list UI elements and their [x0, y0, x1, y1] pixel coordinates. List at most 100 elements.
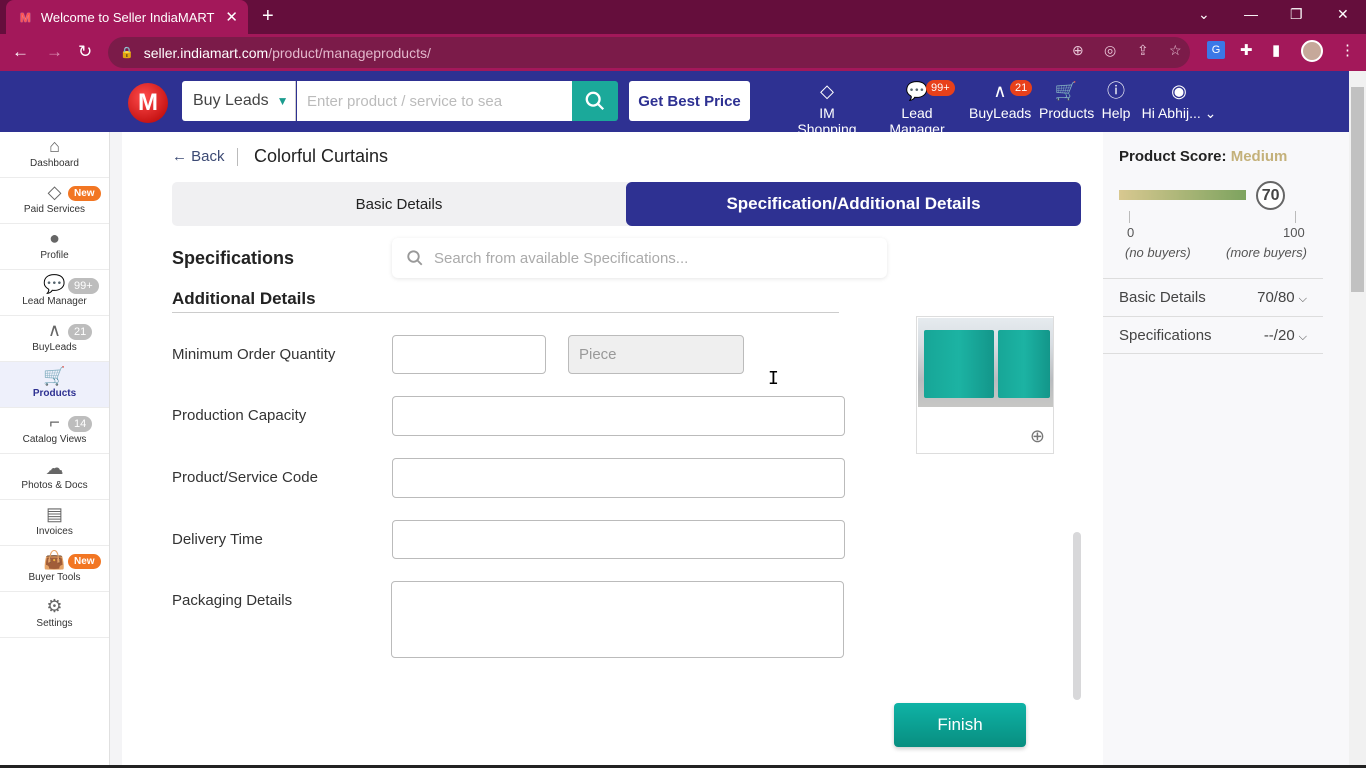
- sidebar-item-products[interactable]: 🛒 Products: [0, 362, 109, 408]
- eye-off-icon[interactable]: ◎: [1104, 42, 1116, 59]
- product-search-input[interactable]: [297, 81, 572, 121]
- gear-icon: ⚙: [46, 596, 63, 616]
- sidebar-item-dashboard[interactable]: ⌂ Dashboard: [0, 132, 109, 178]
- help-icon: ⓘ: [1107, 81, 1125, 101]
- production-capacity-label: Production Capacity: [172, 407, 307, 424]
- tick-min: [1129, 211, 1130, 223]
- zoom-in-icon[interactable]: ⊕: [1030, 426, 1045, 447]
- sidebar-item-photos-docs[interactable]: ☁ Photos & Docs: [0, 454, 109, 500]
- scale-min: 0: [1127, 225, 1135, 240]
- invoice-icon: ▤: [45, 504, 63, 524]
- nav-products[interactable]: 🛒 Products: [1039, 79, 1094, 125]
- home-icon: ⌂: [49, 136, 60, 156]
- page-scrollbar-thumb[interactable]: [1351, 87, 1364, 292]
- sidebar-item-profile[interactable]: ● Profile: [0, 224, 109, 270]
- score-bar: [1119, 190, 1247, 200]
- search-button[interactable]: [572, 81, 618, 121]
- page-scrollbar[interactable]: [1349, 71, 1366, 768]
- gutter: [110, 132, 122, 768]
- indiamart-logo[interactable]: M: [128, 83, 168, 123]
- address-bar-row: ← → ↻ 🔒 seller.indiamart.com/product/man…: [0, 34, 1366, 71]
- nav-user-menu[interactable]: ◉ Hi Abhij... ⌄: [1141, 79, 1217, 125]
- specifications-heading: Specifications: [172, 248, 295, 268]
- lead-manager-badge: 99+: [926, 80, 955, 96]
- restore-icon[interactable]: ❐: [1290, 6, 1303, 23]
- product-code-label: Product/Service Code: [172, 469, 318, 486]
- moq-input[interactable]: [392, 335, 546, 374]
- arrow-left-icon: ←: [172, 148, 192, 165]
- nav-help[interactable]: ⓘ Help: [1101, 79, 1131, 125]
- moq-label: Minimum Order Quantity: [172, 346, 336, 363]
- user-icon: ◉: [1171, 81, 1187, 101]
- product-image-box[interactable]: ⊕: [916, 316, 1054, 454]
- product-image: [918, 318, 1053, 407]
- menu-icon[interactable]: ⋮: [1340, 41, 1355, 59]
- tab-specification-additional-details[interactable]: Specification/Additional Details: [626, 182, 1081, 226]
- search-icon: [407, 250, 423, 266]
- scale-min-caption: (no buyers): [1125, 245, 1191, 260]
- sidebar-item-buyleads[interactable]: ∧ BuyLeads 21: [0, 316, 109, 362]
- moq-unit-field[interactable]: [568, 335, 744, 374]
- sidebar: ⌂ Dashboard ◇ Paid Services New ● Profile 💬 L…: [0, 132, 110, 768]
- chevron-down-icon: ⌵: [1298, 293, 1307, 305]
- delivery-time-input[interactable]: [392, 520, 845, 559]
- nav-buyleads[interactable]: ∧ BuyLeads 21: [969, 79, 1033, 125]
- new-badge: New: [68, 186, 101, 201]
- content-scrollbar[interactable]: [1073, 532, 1081, 700]
- packaging-details-textarea[interactable]: [391, 581, 844, 658]
- star-icon[interactable]: ☆: [1169, 42, 1182, 59]
- sidebar-item-buyer-tools[interactable]: 👜 Buyer Tools New: [0, 546, 109, 592]
- zoom-icon[interactable]: ⊕: [1072, 42, 1084, 59]
- spec-search-input[interactable]: [434, 249, 874, 267]
- product-title: Colorful Curtains: [254, 146, 389, 166]
- curtain-shape: [998, 330, 1050, 398]
- back-link[interactable]: ← Back: [172, 148, 225, 165]
- browser-tab-bar: M Welcome to Seller IndiaMART ✕ + ⌄ — ❐ …: [0, 0, 1366, 34]
- product-code-input[interactable]: [392, 458, 845, 498]
- tab-basic-details[interactable]: Basic Details: [172, 182, 626, 226]
- close-tab-icon[interactable]: ✕: [225, 8, 238, 26]
- tab-search-icon[interactable]: ⌄: [1198, 6, 1210, 23]
- sidebar-item-invoices[interactable]: ▤ Invoices: [0, 500, 109, 546]
- extensions-icon[interactable]: ✚: [1240, 41, 1253, 59]
- favicon-icon: M: [20, 9, 31, 25]
- get-best-price-button[interactable]: Get Best Price: [629, 81, 750, 121]
- share-icon[interactable]: ⇪: [1137, 42, 1149, 59]
- sidebar-item-paid-services[interactable]: ◇ Paid Services New: [0, 178, 109, 224]
- close-window-icon[interactable]: ✕: [1337, 6, 1349, 23]
- score-row-basic-details[interactable]: Basic Details 70/80 ⌵: [1103, 278, 1323, 316]
- tick-max: [1295, 211, 1296, 223]
- spec-search-box[interactable]: [392, 238, 887, 278]
- chevron-down-icon: ⌄: [1204, 105, 1217, 121]
- category-dropdown[interactable]: Buy Leads ▼: [182, 81, 296, 121]
- lock-icon: 🔒: [120, 47, 134, 59]
- profile-avatar[interactable]: [1301, 40, 1323, 62]
- url-bar[interactable]: 🔒 seller.indiamart.com/product/managepro…: [108, 37, 1190, 68]
- reload-icon[interactable]: ↻: [78, 42, 92, 62]
- new-badge: New: [68, 554, 101, 569]
- back-icon[interactable]: ←: [12, 42, 29, 62]
- forward-icon[interactable]: →: [46, 42, 63, 62]
- finish-button[interactable]: Finish: [894, 703, 1026, 747]
- scale-max: 100: [1283, 225, 1305, 240]
- curtain-shape: [924, 330, 994, 398]
- minimize-icon[interactable]: —: [1244, 6, 1258, 22]
- sidepanel-icon[interactable]: ▮: [1272, 41, 1280, 59]
- score-row-specifications[interactable]: Specifications --/20 ⌵: [1103, 316, 1323, 354]
- cart-icon: 🛒: [1054, 81, 1078, 101]
- site-header: M Buy Leads ▼ Get Best Price ◇ IM Shoppi…: [0, 71, 1349, 137]
- sidebar-item-catalog-views[interactable]: ⌐ Catalog Views 14: [0, 408, 109, 454]
- profile-icon: ●: [49, 228, 60, 248]
- production-capacity-input[interactable]: [392, 396, 845, 436]
- tab-title: Welcome to Seller IndiaMART: [40, 9, 215, 25]
- nav-im-shopping[interactable]: ◇ IM Shopping: [789, 79, 865, 137]
- divider: [237, 148, 238, 166]
- new-tab-icon[interactable]: +: [262, 5, 274, 28]
- nav-lead-manager[interactable]: 💬 Lead Manager 99+: [874, 79, 960, 137]
- translate-icon[interactable]: G: [1207, 41, 1225, 59]
- sidebar-item-lead-manager[interactable]: 💬 Lead Manager 99+: [0, 270, 109, 316]
- browser-tab[interactable]: M Welcome to Seller IndiaMART ✕: [6, 0, 248, 34]
- sidebar-item-settings[interactable]: ⚙ Settings: [0, 592, 109, 638]
- product-score-title: Product Score: Medium: [1119, 148, 1288, 165]
- divider: [172, 312, 839, 313]
